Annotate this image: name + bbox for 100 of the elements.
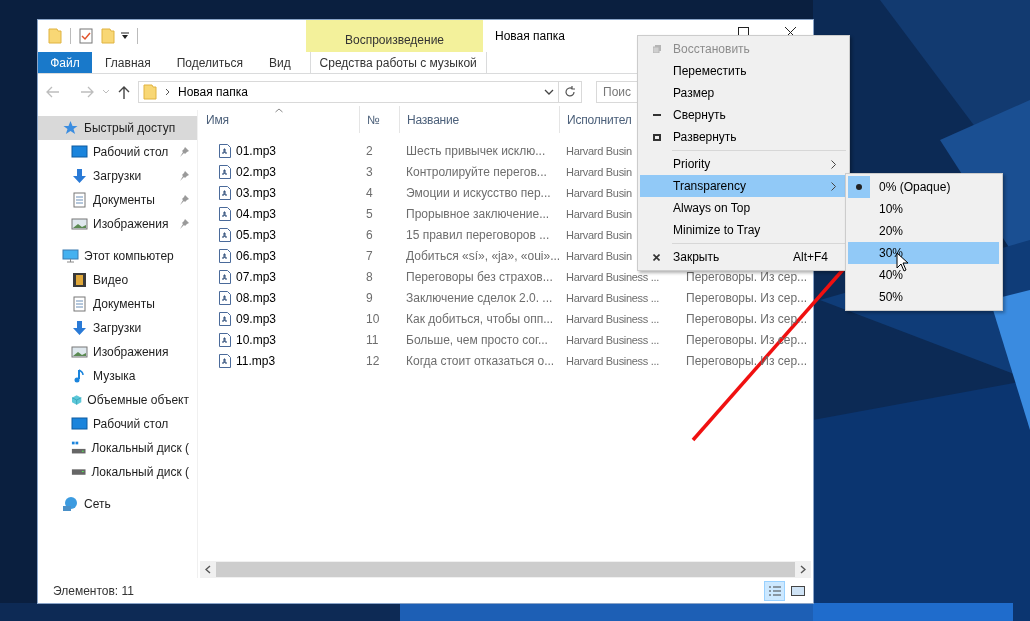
menu-item[interactable]: Always on Top [640, 197, 846, 219]
nav-item[interactable]: Локальный диск ( [38, 460, 197, 484]
column-header[interactable]: Название [400, 106, 560, 133]
properties-icon[interactable] [79, 28, 93, 44]
nav-item[interactable]: Документы [38, 292, 197, 316]
scroll-right-icon[interactable] [800, 565, 806, 574]
nav-item[interactable]: Документы [38, 188, 197, 212]
artist-cell: Harvard Business ... [566, 333, 660, 346]
audio-file-icon [219, 290, 231, 305]
menu-item[interactable]: 50% [848, 286, 999, 308]
title-cell-text: Когда стоит отказаться о... [405, 352, 556, 370]
star-icon [62, 120, 79, 136]
number-cell-text: 2 [365, 142, 374, 160]
title-cell-text: Переговоры без страхов... [405, 268, 554, 286]
file-name-cell[interactable]: 01.mp3 [198, 141, 359, 160]
audio-file-icon [219, 248, 231, 263]
restore-icon [652, 45, 661, 53]
file-name-cell[interactable]: 05.mp3 [198, 225, 359, 244]
image-icon [790, 584, 805, 597]
menu-item[interactable]: 0% (Opaque) [848, 176, 999, 198]
file-name-cell[interactable]: 03.mp3 [198, 183, 359, 202]
folder-icon [143, 84, 157, 100]
nav-item[interactable]: Локальный диск ( [38, 436, 197, 460]
folder-icon [48, 28, 62, 44]
address-field[interactable]: Новая папка [138, 81, 582, 103]
pin-icon [179, 219, 189, 229]
title-cell-text: Добиться «sí», «ja», «oui»... [405, 247, 559, 265]
file-name-cell[interactable]: 02.mp3 [198, 162, 359, 181]
caret-icon[interactable] [121, 32, 129, 40]
file-tab[interactable]: Файл [38, 52, 92, 73]
artist-cell: Harvard Business ... [566, 354, 660, 367]
file-name-cell[interactable]: 11.mp3 [198, 351, 359, 370]
sort-caret-icon [274, 108, 284, 113]
album-cell-text: Переговоры. Из сер... [685, 289, 808, 307]
file-name-cell[interactable]: 04.mp3 [198, 204, 359, 223]
title-cell-text: Как добиться, чтобы опп... [405, 310, 555, 328]
artist-cell: Harvard Business ... [566, 312, 660, 325]
number-cell-text: 8 [365, 268, 374, 286]
file-name-cell[interactable]: 09.mp3 [198, 309, 359, 328]
number-cell-text: 3 [365, 163, 374, 181]
ribbon-tab[interactable]: Главная [92, 52, 164, 73]
nav-item[interactable]: Сеть [38, 492, 197, 516]
column-header[interactable]: Имя [199, 106, 360, 133]
address-path: Новая папка [178, 84, 248, 101]
scrollbar-thumb[interactable] [216, 562, 795, 577]
column-header[interactable]: № [360, 106, 400, 133]
document-icon [71, 192, 88, 208]
close-icon [653, 253, 660, 261]
menu-item[interactable]: Priority [640, 153, 846, 175]
audio-file-icon [219, 206, 231, 221]
nav-item[interactable]: Изображения [38, 212, 197, 236]
nav-item[interactable]: Загрузки [38, 316, 197, 340]
menu-item[interactable]: Размер [640, 82, 846, 104]
menu-item[interactable]: 40% [848, 264, 999, 286]
audio-file-icon [219, 353, 231, 368]
title-cell-text: 15 правил переговоров ... [405, 226, 551, 244]
horizontal-scrollbar[interactable] [200, 561, 811, 578]
chevron-right-icon [831, 159, 836, 169]
nav-item[interactable]: Этот компьютер [38, 244, 197, 268]
up-arrow-icon[interactable] [118, 85, 130, 99]
menu-item[interactable]: 20% [848, 220, 999, 242]
number-cell-text: 5 [365, 205, 374, 223]
nav-item[interactable]: Объемные объект [38, 388, 197, 412]
nav-item[interactable]: Рабочий стол [38, 140, 197, 164]
menu-item[interactable]: 30% [848, 242, 999, 264]
chevron-down-icon[interactable] [544, 89, 554, 95]
refresh-icon[interactable] [564, 86, 576, 98]
file-name-cell[interactable]: 10.mp3 [198, 330, 359, 349]
monitor-icon [71, 144, 88, 160]
ribbon-tab[interactable]: Вид [255, 52, 304, 73]
audio-file-icon [219, 269, 231, 284]
nav-item[interactable]: Быстрый доступ [38, 116, 197, 140]
audio-file-icon [219, 164, 231, 179]
file-name-cell[interactable]: 06.mp3 [198, 246, 359, 265]
chevron-right-icon [831, 181, 836, 191]
menu-item[interactable]: 10% [848, 198, 999, 220]
title-cell-text: Контролируйте перегов... [405, 163, 548, 181]
artist-cell: Harvard Busin [566, 249, 632, 262]
chevron-right-icon [165, 88, 170, 96]
number-cell-text: 9 [365, 289, 374, 307]
nav-item[interactable]: Музыка [38, 364, 197, 388]
computer-icon [62, 248, 79, 264]
image-icon [71, 344, 88, 360]
ribbon-tab[interactable]: Поделиться [163, 52, 256, 73]
document-icon [71, 296, 88, 312]
menu-item[interactable]: Minimize to Tray [640, 219, 846, 241]
nav-item[interactable]: Загрузки [38, 164, 197, 188]
pin-icon [179, 171, 189, 181]
title-cell-text: Шесть привычек исклю... [405, 142, 547, 160]
nav-item[interactable]: Изображения [38, 340, 197, 364]
artist-cell: Harvard Busin [566, 228, 632, 241]
menu-item[interactable]: Переместить [640, 60, 846, 82]
scroll-left-icon[interactable] [205, 565, 211, 574]
file-name-cell[interactable]: 08.mp3 [198, 288, 359, 307]
file-name-cell[interactable]: 07.mp3 [198, 267, 359, 286]
minimize-icon [652, 114, 661, 116]
menu-item[interactable]: Закрыть Alt+F4 [640, 246, 846, 268]
menu-item[interactable]: Transparency [640, 175, 846, 197]
nav-item[interactable]: Рабочий стол [38, 412, 197, 436]
nav-item[interactable]: Видео [38, 268, 197, 292]
